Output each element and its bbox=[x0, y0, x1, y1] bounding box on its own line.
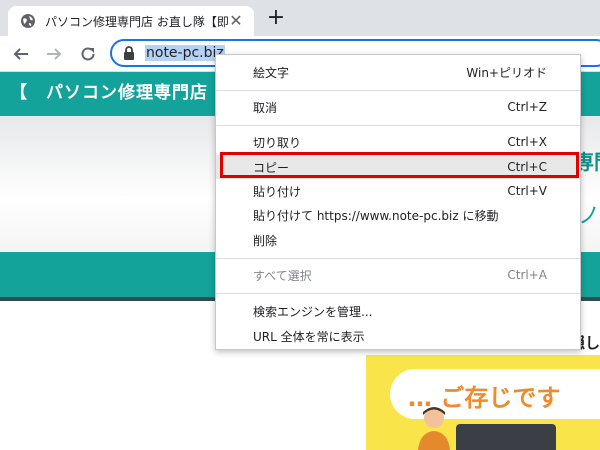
menu-item-always-show-full-url[interactable]: URL 全体を常に表示 bbox=[216, 324, 580, 348]
tab-active[interactable]: パソコン修理専門店 お直し隊【即日 ✕ bbox=[8, 6, 254, 36]
menu-item-label: 絵文字 bbox=[253, 65, 290, 80]
menu-separator bbox=[216, 258, 580, 259]
menu-item-paste[interactable]: 貼り付け Ctrl+V bbox=[216, 179, 580, 203]
forward-arrow-icon bbox=[47, 48, 62, 60]
menu-item-label: 切り取り bbox=[253, 135, 302, 150]
url-text[interactable]: note-pc.biz bbox=[145, 45, 225, 61]
laptop-illustration bbox=[456, 424, 556, 450]
globe-icon bbox=[21, 14, 35, 28]
menu-item-shortcut: Win+ピリオド bbox=[466, 65, 547, 80]
site-title[interactable]: 【 パソコン修理専門店 bbox=[10, 78, 208, 103]
context-menu: 絵文字 Win+ピリオド 取消 Ctrl+Z 切り取り Ctrl+X コピー C… bbox=[215, 54, 581, 350]
person-illustration bbox=[418, 407, 450, 450]
close-tab-icon[interactable]: ✕ bbox=[228, 13, 244, 29]
menu-item-shortcut: Ctrl+X bbox=[507, 135, 547, 149]
banner-subtext: ノ bbox=[578, 204, 600, 229]
menu-item-shortcut: Ctrl+Z bbox=[507, 100, 547, 114]
menu-item-label: 貼り付け bbox=[253, 184, 302, 199]
menu-item-label: 削除 bbox=[253, 233, 278, 248]
menu-item-label: URL 全体を常に表示 bbox=[253, 329, 365, 344]
highlight-box bbox=[220, 152, 579, 178]
menu-item-cut[interactable]: 切り取り Ctrl+X bbox=[216, 130, 580, 154]
menu-item-emoji[interactable]: 絵文字 Win+ピリオド bbox=[216, 60, 580, 84]
menu-item-label: すべて選択 bbox=[253, 268, 312, 283]
menu-item-label: 検索エンジンを管理... bbox=[253, 304, 373, 319]
menu-item-label: 貼り付けて https://www.note-pc.biz に移動 bbox=[253, 208, 499, 223]
menu-separator bbox=[216, 90, 580, 91]
menu-item-paste-and-go[interactable]: 貼り付けて https://www.note-pc.biz に移動 bbox=[216, 203, 580, 227]
menu-item-delete[interactable]: 削除 bbox=[216, 228, 580, 252]
menu-item-label: 取消 bbox=[253, 100, 278, 115]
menu-item-shortcut: Ctrl+V bbox=[507, 184, 547, 198]
back-button[interactable] bbox=[9, 42, 33, 66]
new-tab-icon[interactable]: + bbox=[266, 7, 286, 29]
menu-item-manage-search-engines[interactable]: 検索エンジンを管理... bbox=[216, 299, 580, 323]
menu-item-shortcut: Ctrl+A bbox=[507, 268, 547, 282]
reload-icon bbox=[81, 47, 95, 61]
back-arrow-icon bbox=[13, 48, 28, 60]
menu-separator bbox=[216, 125, 580, 126]
reload-button[interactable] bbox=[76, 42, 100, 66]
forward-button[interactable] bbox=[42, 42, 66, 66]
tab-strip: パソコン修理専門店 お直し隊【即日 ✕ + bbox=[0, 0, 600, 36]
tab-title: パソコン修理専門店 お直し隊【即日 bbox=[45, 14, 228, 29]
lock-icon[interactable] bbox=[122, 46, 136, 60]
menu-item-undo[interactable]: 取消 Ctrl+Z bbox=[216, 95, 580, 119]
menu-item-select-all: すべて選択 Ctrl+A bbox=[216, 263, 580, 287]
menu-separator bbox=[216, 293, 580, 294]
